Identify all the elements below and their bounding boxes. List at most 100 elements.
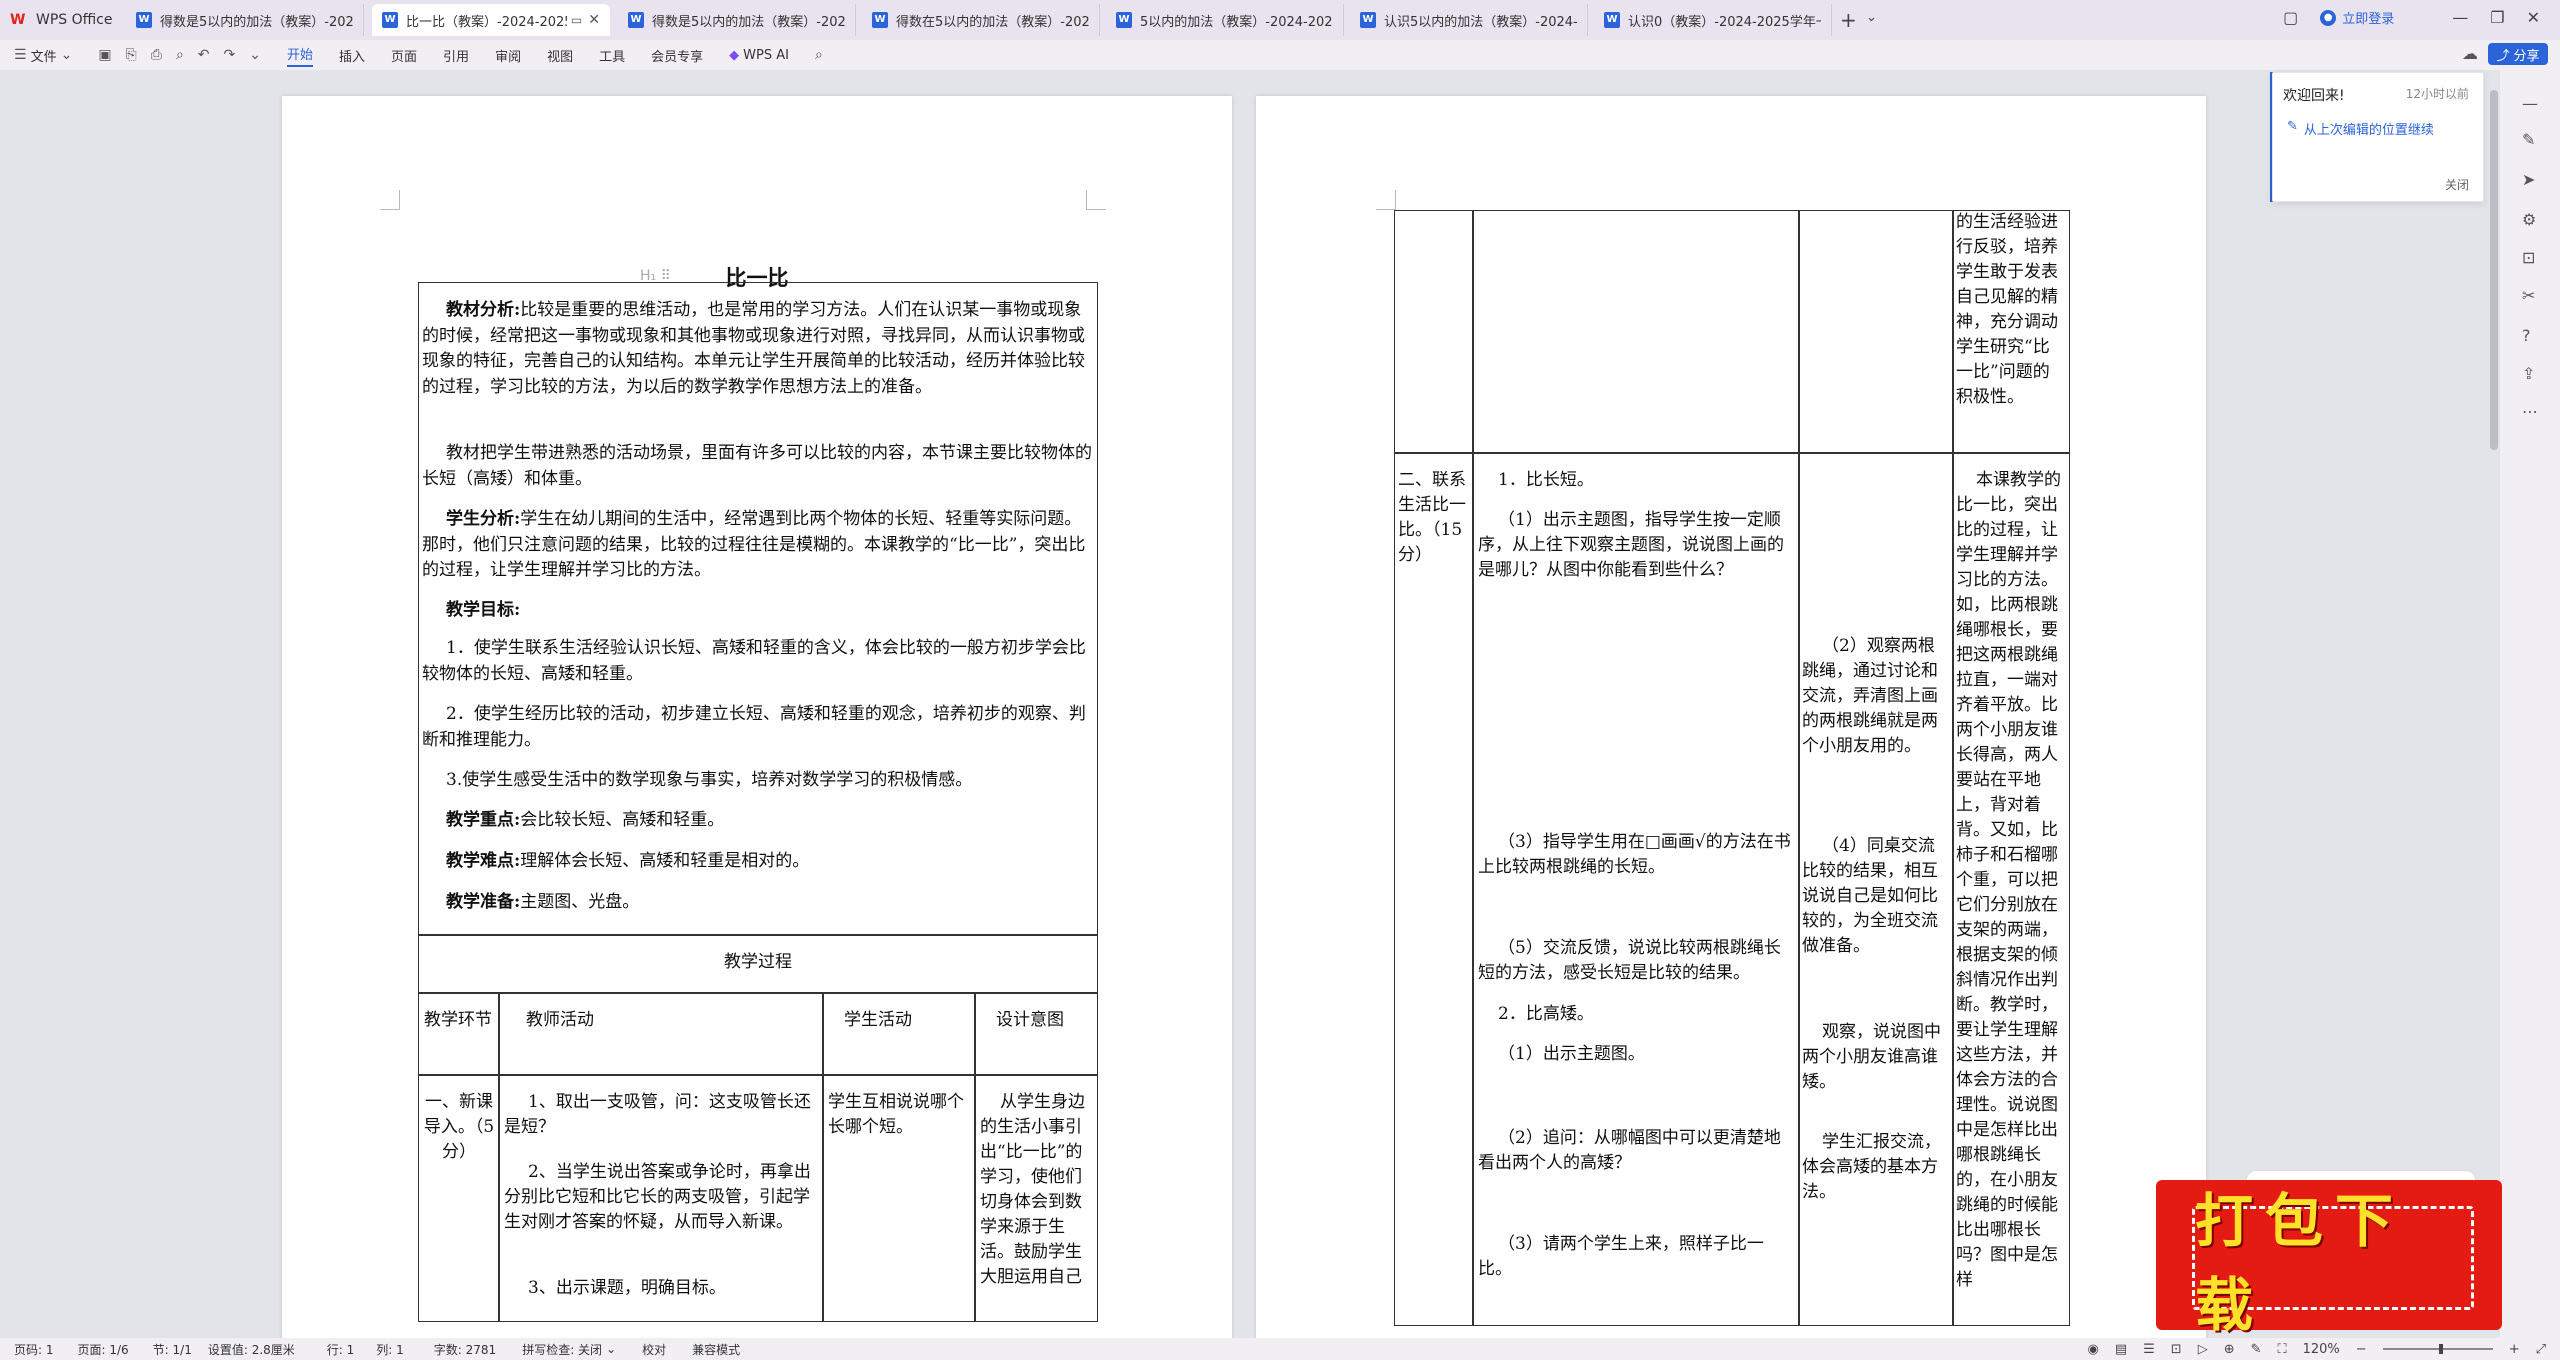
document-tab[interactable]: W 得数是5以内的加法（教案）-2024-2 [126,4,364,36]
menu-member[interactable]: 会员专享 [651,46,703,65]
menu-insert[interactable]: 插入 [339,46,365,65]
document-canvas[interactable]: H₁ ⠿ 比一比 教材分析:比较是重要的思维活动，也是常用的学习方法。人们在认识… [0,70,2480,1338]
student-step-2: （4）同桌交流比较的结果，相互说说自己是如何比较的，为全班交流做准备。 [1802,836,1938,956]
tablet-mode-icon[interactable]: ▢ [2283,8,2298,27]
save-icon[interactable]: ▣ [98,47,111,63]
document-tab[interactable]: W 5以内的加法（教案）-2024-2025学 [1106,4,1344,36]
goal-1: 1．使学生联系生活经验认识长短、高矮和轻重的含义，体会比较的一般方初步学会比较物… [422,638,1086,684]
status-page-code[interactable]: 页码: 1 [14,1341,54,1358]
process-heading: 教学过程 [724,952,792,972]
teacher-step-4: （5）交流反馈，说说比较两根跳绳长短的方法，感受长短是比较的结果。 [1478,938,1781,983]
collapse-icon[interactable]: — [2522,94,2538,113]
zoom-slider-knob[interactable] [2438,1344,2443,1354]
menu-reference[interactable]: 引用 [443,46,469,65]
menu-review[interactable]: 审阅 [495,46,521,65]
status-setting: 设置值: 2.8厘米 [207,1342,295,1357]
status-word-count[interactable]: 字数: 2781 [434,1341,496,1358]
wps-home-tab[interactable]: W WPS Office [10,8,113,32]
page-view-icon[interactable]: ▤ [2115,1342,2127,1357]
share-sidebar-icon[interactable]: ⇪ [2522,364,2535,383]
login-button[interactable]: ● 立即登录 [2320,8,2394,27]
status-section: 节: 1/1 [152,1342,192,1357]
menu-page[interactable]: 页面 [391,46,417,65]
more-icon[interactable]: ⋯ [2522,402,2538,421]
banner-inner: 打包下载 [2192,1187,2474,1339]
print-preview-icon[interactable]: ⌕ [176,47,184,63]
zoom-slider[interactable] [2382,1344,2493,1354]
cloud-sync-icon[interactable]: ☁ [2462,44,2478,63]
outline-view-icon[interactable]: ☰ [2143,1342,2155,1357]
export-icon[interactable]: ⎘ [126,47,137,63]
resume-edit-link[interactable]: ✎ 从上次编辑的位置继续 [2287,119,2434,138]
document-tab[interactable]: W 认识0（教案）-2024-2025学年一年 [1594,4,1832,36]
select-icon[interactable]: ➤ [2522,170,2535,189]
page-2[interactable]: 的生活经验进行反驳，培养学生敢于发表自己见解的精神，充分调动学生研究“比一比”问… [1256,96,2206,1338]
play-icon[interactable]: ▷ [2198,1342,2208,1357]
share-button[interactable]: ⤴ 分享 [2488,43,2548,65]
row1-teacher-3: 3、出示课题，明确目标。 [528,1278,726,1298]
eye-protect-icon[interactable]: ◉ [2087,1342,2098,1357]
status-page[interactable]: 页面: 1/6 [78,1341,129,1358]
row-divider [418,992,1098,994]
notice-close-button[interactable]: 关闭 [2445,176,2469,193]
wps-ai-button[interactable]: ◆ WPS AI [729,48,789,63]
chevron-down-icon[interactable]: ⌄ [249,47,261,63]
print-icon[interactable]: ⎙ [151,47,162,63]
notice-title: 欢迎回来! [2283,88,2345,104]
share-label: 分享 [2513,48,2540,64]
web-view-icon[interactable]: ⊡ [2171,1342,2182,1357]
vertical-scrollbar[interactable] [2490,90,2498,450]
settings-sliders-icon[interactable]: ⚙ [2522,210,2536,229]
translate-icon[interactable]: ⊡ [2522,248,2535,267]
fullscreen-icon[interactable]: ⤢ [2536,1342,2546,1357]
zoom-in-icon[interactable]: + [2509,1342,2520,1357]
menu-home[interactable]: 开始 [287,44,314,67]
help-icon[interactable]: ? [2522,326,2531,345]
document-tab-active[interactable]: W 比一比（教案）-2024-2025年 ▭ ✕ [372,4,610,36]
status-row: 行: 1 [326,1342,355,1357]
student-text: 学生在幼儿期间的生活中，经常遇到比两个物体的长短、轻重等实际问题。那时，他们只注… [422,509,1086,580]
zoom-out-icon[interactable]: − [2356,1342,2367,1357]
document-tab[interactable]: W 得数是5以内的加法（教案）-2024-2 [618,4,856,36]
banner-text: 打包下载 [2195,1187,2406,1339]
menu-view[interactable]: 视图 [547,46,573,65]
zoom-level[interactable]: 120% [2303,1342,2340,1357]
key-text: 会比较长短、高矮和轻重。 [520,810,725,830]
close-window-icon[interactable]: ✕ [2527,8,2540,27]
pen-view-icon[interactable]: ✎ [2251,1342,2262,1357]
goal-heading: 教学目标: [446,598,520,624]
search-icon[interactable]: ⌕ [815,47,823,63]
key-point: 教学重点:会比较长短、高矮和轻重。 [446,808,724,834]
col-divider [1952,210,1954,1326]
minimize-icon[interactable]: — [2452,8,2468,27]
fit-page-icon[interactable]: ⛶ [2278,1342,2287,1357]
monitor-icon[interactable]: ▭ [571,13,582,27]
tools-icon[interactable]: ✂ [2522,286,2535,305]
status-proof[interactable]: 校对 [642,1341,666,1358]
page-1[interactable]: H₁ ⠿ 比一比 教材分析:比较是重要的思维活动，也是常用的学习方法。人们在认识… [282,96,1232,1338]
row1-teacher-2: 2、当学生说出答案或争论时，再拿出分别比它短和比它长的两支吸管，引起学生对刚才答… [504,1162,811,1232]
document-tab[interactable]: W 得数在5以内的加法（教案）-2024-2 [862,4,1100,36]
row1-stage: 一、新课导入。（5分） [423,1092,495,1162]
file-menu[interactable]: ☰ 文件 ⌄ [14,46,72,65]
chevron-down-icon[interactable]: ⌄ [1866,10,1877,25]
tab-title: 得数是5以内的加法（教案）-2024-2 [652,14,845,30]
spell-check-toggle[interactable]: 拼写检查: 关闭 ⌄ [522,1341,616,1358]
close-tab-icon[interactable]: ✕ [588,12,600,28]
col-divider [974,992,976,1322]
student-step-3: 观察，说说图中两个小朋友谁高谁矮。 [1802,1022,1941,1092]
undo-icon[interactable]: ↶ [198,47,210,63]
edit-icon[interactable]: ✎ [2522,130,2535,149]
download-banner[interactable]: 打包下载 [2156,1170,2502,1339]
preparation: 教学准备:主题图、光盘。 [446,890,639,916]
redo-icon[interactable]: ↷ [224,47,236,63]
window-controls: ▢ ● 立即登录 — ❐ ✕ [2283,8,2540,27]
teacher-step-2: （1）出示主题图，指导学生按一定顺序，从上往下观察主题图，说说图上画的是哪儿？从… [1478,510,1784,580]
document-tab[interactable]: W 认识5以内的加法（教案）-2024-202 [1350,4,1588,36]
new-tab-icon[interactable]: + [1840,8,1857,32]
tab-title: 得数是5以内的加法（教案）-2024-2 [160,14,353,30]
writer-doc-icon: W [1604,12,1620,28]
menu-tools[interactable]: 工具 [599,46,625,65]
globe-icon[interactable]: ⊕ [2224,1342,2235,1357]
restore-icon[interactable]: ❐ [2490,8,2504,27]
